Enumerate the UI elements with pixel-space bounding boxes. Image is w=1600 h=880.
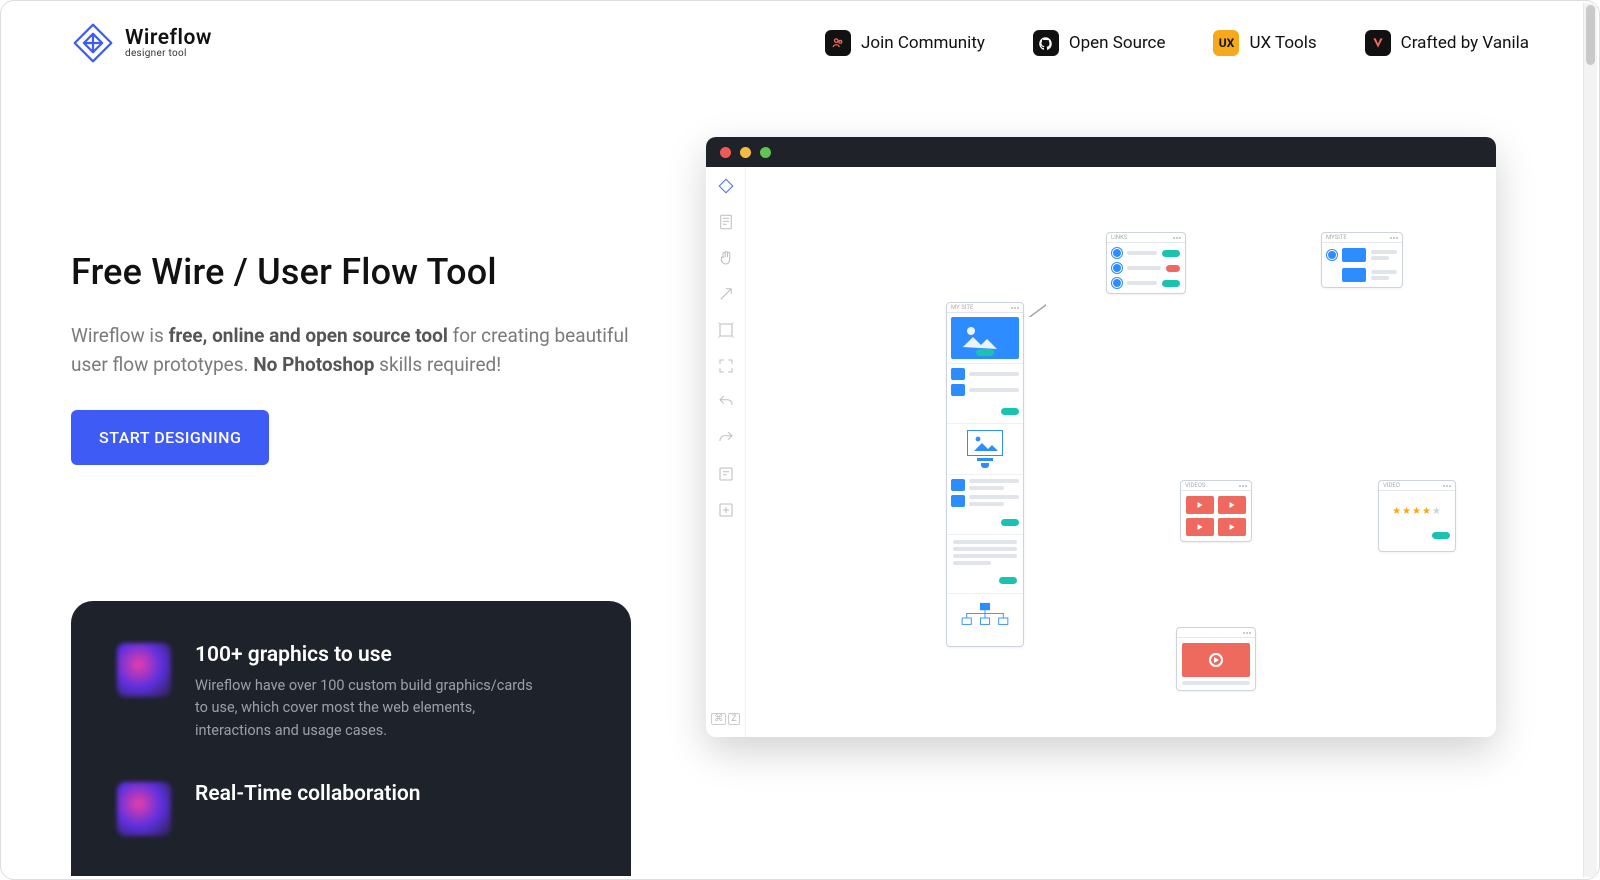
feature-realtime: Real-Time collaboration [117,782,585,836]
hero-description: Wireflow is free, online and open source… [71,321,631,380]
star-rating-icon: ★★★★★ [1392,506,1442,517]
canvas-arrows [746,167,1046,317]
canvas-node-list-a[interactable]: LINKS [1106,232,1186,294]
nav-label: UX Tools [1249,33,1316,53]
scrollbar-thumb[interactable] [1586,5,1595,65]
hero-title: Free Wire / User Flow Tool [71,251,631,293]
brand-text: Wireflow designer tool [125,27,212,60]
feature-title: 100+ graphics to use [195,643,535,667]
key-hint: ⌘ [711,713,726,725]
desc-bold: No Photoshop [253,353,374,376]
tool-note-icon[interactable] [717,465,735,483]
feature-title: Real-Time collaboration [195,782,421,806]
feature-thumb-icon [117,782,171,836]
feature-thumb-icon [117,643,171,697]
start-designing-button[interactable]: START DESIGNING [71,410,269,465]
node-title: MYSITE [1326,234,1347,241]
features-card: 100+ graphics to use Wireflow have over … [71,601,631,876]
app-titlebar [706,137,1496,167]
traffic-light-minimize-icon[interactable] [740,147,751,158]
node-title: MY SITE [951,304,973,311]
app-body: ⌘ Z [706,167,1496,737]
tool-page-icon[interactable] [717,213,735,231]
feature-graphics: 100+ graphics to use Wireflow have over … [117,643,585,742]
canvas-node-videos[interactable]: VIDEOS [1180,480,1252,542]
app-preview-window: ⌘ Z [706,137,1496,737]
community-icon [825,30,851,56]
vanila-icon [1365,30,1391,56]
nav-ux-tools[interactable]: UX UX Tools [1213,30,1316,56]
tool-logo-icon[interactable] [717,177,735,195]
nav-open-source[interactable]: Open Source [1033,30,1166,56]
nav-label: Crafted by Vanila [1401,33,1529,53]
key-hint: Z [728,713,739,725]
ux-icon: UX [1213,30,1239,56]
node-title: VIDEO [1383,482,1400,489]
node-title: LINKS [1111,234,1127,241]
canvas[interactable]: MY SITE [746,167,1496,737]
traffic-light-zoom-icon[interactable] [760,147,771,158]
app-toolbar: ⌘ Z [706,167,746,737]
github-icon [1033,30,1059,56]
nav-join-community[interactable]: Join Community [825,30,985,56]
brand-logo[interactable]: Wireflow designer tool [71,21,212,65]
brand-tagline: designer tool [125,49,212,60]
tool-group-icon[interactable] [717,321,735,339]
tool-redo-icon[interactable] [717,429,735,447]
nav-crafted-by-vanila[interactable]: Crafted by Vanila [1365,30,1529,56]
header: Wireflow designer tool Join Community Op… [1,1,1599,85]
nav-label: Open Source [1069,33,1166,53]
tool-hand-icon[interactable] [717,249,735,267]
toolbar-footer-keys: ⌘ Z [711,713,739,725]
traffic-light-close-icon[interactable] [720,147,731,158]
desc-bold: free, online and open source tool [169,324,448,347]
brand-name: Wireflow [125,27,212,49]
node-title: VIDEOS [1185,482,1206,489]
tool-undo-icon[interactable] [717,393,735,411]
canvas-node-list-b[interactable]: MYSITE [1321,232,1403,288]
feature-desc: Wireflow have over 100 custom build grap… [195,675,535,742]
canvas-node-home[interactable]: MY SITE [946,302,1024,647]
hero: Free Wire / User Flow Tool Wireflow is f… [71,251,631,465]
canvas-node-rating[interactable]: VIDEO ★★★★★ [1378,480,1456,552]
tool-fullscreen-icon[interactable] [717,357,735,375]
nav: Join Community Open Source UX UX Tools C… [825,30,1529,56]
desc-text: Wireflow is [71,324,169,347]
tool-add-frame-icon[interactable] [717,501,735,519]
tool-arrow-icon[interactable] [717,285,735,303]
nav-label: Join Community [861,33,985,53]
canvas-node-player[interactable] [1176,627,1256,691]
page-scrollbar[interactable] [1583,3,1597,877]
desc-text: skills required! [374,353,501,376]
wireflow-logo-icon [71,21,115,65]
